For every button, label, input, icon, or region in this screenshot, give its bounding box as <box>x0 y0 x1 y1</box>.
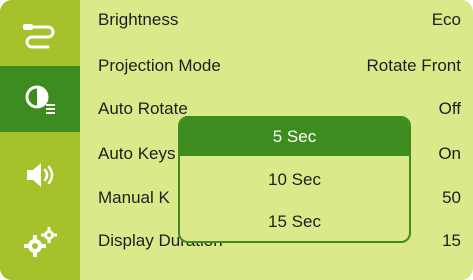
cable-icon <box>23 24 55 49</box>
menu-row-value: Rotate Front <box>366 56 462 75</box>
menu-row-brightness[interactable]: Brightness Eco <box>98 2 461 38</box>
sidebar-item-connection[interactable] <box>0 0 80 66</box>
menu-row-label: Brightness <box>98 10 179 29</box>
osd-menu-window: Brightness Eco Projection Mode Rotate Fr… <box>0 0 473 280</box>
dropdown-option-10-sec[interactable]: 10 Sec <box>180 161 409 199</box>
menu-row-value: Off <box>438 99 461 118</box>
menu-row-value: On <box>438 144 461 163</box>
menu-row-label: Projection Mode <box>98 56 221 75</box>
sidebar <box>0 0 80 280</box>
sidebar-item-settings[interactable] <box>0 210 80 276</box>
sidebar-item-picture[interactable] <box>0 66 80 132</box>
menu-row-value: 15 <box>442 231 461 250</box>
menu-row-value: Eco <box>431 10 461 29</box>
gears-icon <box>24 227 57 257</box>
menu-row-projection-mode[interactable]: Projection Mode Rotate Front <box>98 48 461 84</box>
dropdown-option-15-sec[interactable]: 15 Sec <box>180 203 409 241</box>
menu-row-label: Auto Keys <box>98 144 176 163</box>
dropdown-option-5-sec[interactable]: 5 Sec <box>180 118 409 156</box>
menu-row-label: Manual K <box>98 188 170 207</box>
brightness-settings-icon <box>25 85 55 114</box>
sidebar-item-audio[interactable] <box>0 142 80 208</box>
duration-dropdown: 5 Sec 10 Sec 15 Sec <box>178 116 411 243</box>
volume-icon <box>27 163 54 187</box>
menu-row-value: 50 <box>442 188 461 207</box>
menu-row-label: Auto Rotate <box>98 99 188 118</box>
